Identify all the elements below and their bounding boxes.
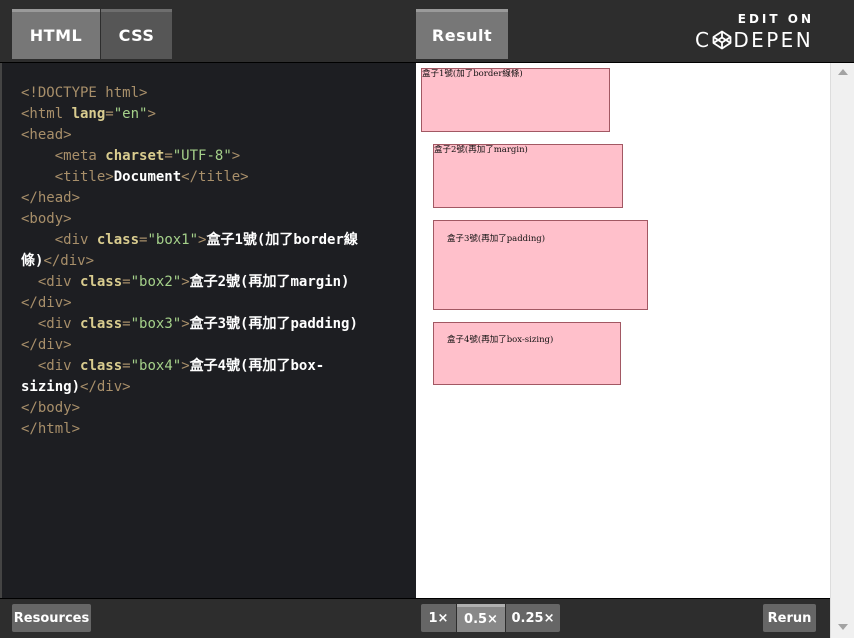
result-box4: 盒子4號(再加了box-sizing) <box>433 322 621 385</box>
code-token: = <box>105 106 114 122</box>
code-token: > <box>147 106 156 122</box>
code-token: </html> <box>21 421 81 437</box>
code-token: charset <box>105 148 165 164</box>
page-scrollbar[interactable] <box>830 63 854 638</box>
code-line: <title>Document</title> <box>21 167 416 188</box>
code-token: 盒子1號(加了border線 <box>206 232 358 248</box>
code-line: </body> <box>21 398 416 419</box>
bottom-toolbar: Resources 1× 0.5× 0.25× Rerun <box>0 598 830 638</box>
zoom-1x-button[interactable]: 1× <box>421 604 456 632</box>
zoom-0-25x-button[interactable]: 0.25× <box>506 604 560 632</box>
codepen-prefix: C <box>695 28 712 52</box>
code-token: </div> <box>21 295 72 311</box>
code-token: = <box>122 358 131 374</box>
code-token: 盒子3號(再加了padding) <box>189 316 358 332</box>
code-line: </html> <box>21 419 416 440</box>
code-line: <div class="box4">盒子4號(再加了box- <box>21 356 416 377</box>
code-token: "box2" <box>130 274 182 290</box>
code-token: "box4" <box>130 358 182 374</box>
code-token: </head> <box>21 190 81 206</box>
code-token: = <box>164 148 173 164</box>
code-token: "box1" <box>147 232 199 248</box>
resources-button[interactable]: Resources <box>12 604 91 632</box>
result-box1: 盒子1號(加了border線條) <box>421 68 610 132</box>
code-line: <div class="box3">盒子3號(再加了padding) <box>21 314 416 335</box>
code-token: class <box>96 232 140 248</box>
code-token: "box3" <box>130 316 182 332</box>
code-line: <html lang="en"> <box>21 104 416 125</box>
code-token: 條) <box>21 253 44 269</box>
code-token: <div <box>37 274 81 290</box>
code-token: lang <box>71 106 106 122</box>
rerun-button[interactable]: Rerun <box>763 604 816 632</box>
code-line: <head> <box>21 125 416 146</box>
code-token: = <box>122 316 131 332</box>
code-token: <head> <box>21 127 72 143</box>
code-token: </div> <box>43 253 95 269</box>
code-token: 盒子4號(再加了box- <box>189 358 325 374</box>
code-token: "UTF-8" <box>172 148 232 164</box>
code-token: 盒子2號(再加了margin) <box>189 274 350 290</box>
code-line: sizing)</div> <box>21 377 416 398</box>
code-line: </head> <box>21 188 416 209</box>
html-code-editor[interactable]: <!DOCTYPE html> <html lang="en"> <head> <m… <box>2 63 416 598</box>
code-token: > <box>181 358 190 374</box>
result-preview: 盒子1號(加了border線條) 盒子2號(再加了margin) 盒子3號(再加… <box>416 63 830 598</box>
tab-result[interactable]: Result <box>416 9 508 59</box>
scroll-down-arrow-icon[interactable] <box>838 624 848 630</box>
code-token: "en" <box>113 106 148 122</box>
edit-on-codepen-link[interactable]: EDIT ON C DEPEN <box>690 10 820 54</box>
edit-on-label: EDIT ON <box>737 12 814 26</box>
codepen-wordmark: C DEPEN <box>695 28 813 52</box>
code-line: <div class="box2">盒子2號(再加了margin) <box>21 272 416 293</box>
tab-css[interactable]: CSS <box>101 9 172 59</box>
code-line: </div> <box>21 293 416 314</box>
code-line: <body> <box>21 209 416 230</box>
scroll-up-arrow-icon[interactable] <box>838 69 848 75</box>
code-token: </div> <box>21 337 72 353</box>
code-line: <meta charset="UTF-8"> <box>21 146 416 167</box>
code-token: <div <box>37 316 81 332</box>
code-token: class <box>80 316 123 332</box>
result-box2: 盒子2號(再加了margin) <box>433 144 623 208</box>
code-token: </div> <box>80 379 131 395</box>
code-token: <html <box>21 106 72 122</box>
code-token: = <box>122 274 131 290</box>
codepen-suffix: DEPEN <box>733 28 814 52</box>
code-line: </div> <box>21 335 416 356</box>
code-token: </title> <box>181 169 249 185</box>
code-token: <body> <box>21 211 72 227</box>
code-token: <div <box>54 232 97 248</box>
code-line: <div class="box1">盒子1號(加了border線 <box>21 230 416 251</box>
code-token: > <box>181 274 190 290</box>
code-token: <meta <box>54 148 106 164</box>
code-token: > <box>231 148 241 164</box>
code-line: <!DOCTYPE html> <box>21 83 416 104</box>
code-token: sizing) <box>21 379 81 395</box>
code-token: <!DOCTYPE html> <box>21 85 148 101</box>
code-token: Document <box>113 169 182 185</box>
code-token: > <box>181 316 190 332</box>
code-token: class <box>80 358 123 374</box>
code-token: <title> <box>54 169 114 185</box>
code-line: 條)</div> <box>21 251 416 272</box>
code-token: <div <box>37 358 81 374</box>
zoom-0-5x-button[interactable]: 0.5× <box>457 604 505 632</box>
top-toolbar: HTML CSS Result EDIT ON C DEPEN <box>0 0 854 63</box>
result-box3: 盒子3號(再加了padding) <box>433 220 648 310</box>
codepen-logo-icon <box>712 30 732 50</box>
code-token: </body> <box>21 400 81 416</box>
code-token: class <box>80 274 123 290</box>
tab-html[interactable]: HTML <box>12 9 100 59</box>
